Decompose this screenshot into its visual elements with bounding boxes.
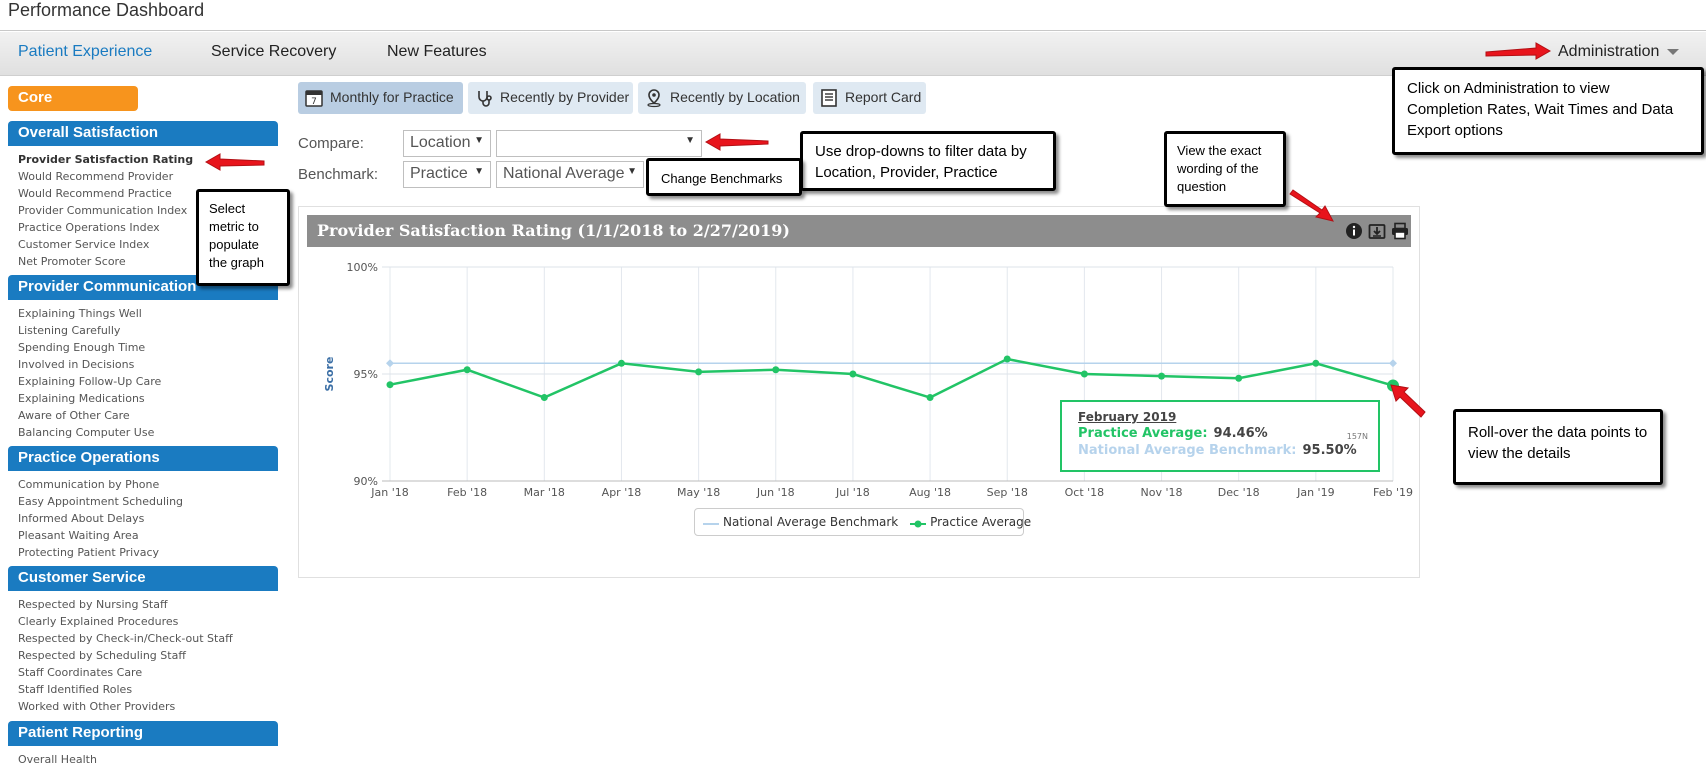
callout-select-metric: Select metric to populate the graph [196,189,290,286]
arrow-to-compare-select-icon [704,133,769,151]
annotation-arrows [204,42,1552,418]
arrow-to-data-point-icon [1390,384,1426,418]
arrow-to-info-icon [1289,189,1334,222]
arrow-to-selected-metric-icon [204,153,265,171]
arrow-to-administration-icon [1485,42,1552,60]
